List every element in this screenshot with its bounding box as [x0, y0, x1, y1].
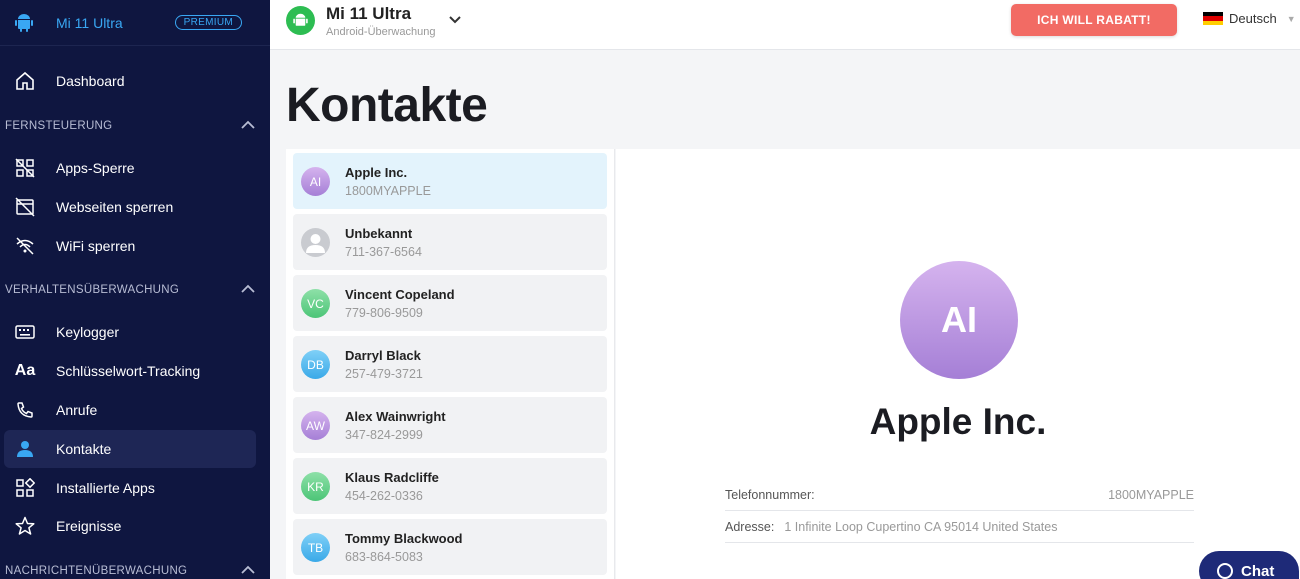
sidebar-item-label: Keylogger — [56, 324, 120, 340]
sidebar-device-name: Mi 11 Ultra — [56, 14, 123, 31]
detail-row-address: Adresse: 1 Infinite Loop Cupertino CA 95… — [725, 511, 1194, 543]
contact-name: Unbekannt — [345, 226, 413, 241]
contact-phone: 257-479-3721 — [345, 367, 423, 381]
detail-label: Telefonnummer: — [725, 487, 815, 502]
android-icon — [293, 13, 308, 26]
sidebar-item-label: Anrufe — [56, 402, 98, 418]
sidebar-device-header[interactable]: Mi 11 Ultra PREMIUM — [0, 0, 270, 46]
detail-row-phone: Telefonnummer: 1800MYAPPLE — [725, 479, 1194, 511]
sidebar-item-kontakte[interactable]: Kontakte — [4, 430, 256, 468]
language-selector[interactable]: Deutsch ▼ — [1203, 11, 1296, 26]
contact-detail-panel: AI Apple Inc. Telefonnummer: 1800MYAPPLE… — [616, 149, 1300, 579]
contact-list-item[interactable]: AI Apple Inc. 1800MYAPPLE — [293, 153, 607, 209]
sidebar-item-label: Dashboard — [56, 73, 125, 89]
device-subtitle: Android-Überwachung — [326, 26, 436, 38]
sidebar-item-label: Webseiten sperren — [56, 199, 174, 215]
contact-name: Vincent Copeland — [345, 287, 455, 302]
detail-value: 1 Infinite Loop Cupertino CA 95014 Unite… — [784, 519, 1058, 534]
contact-name: Darryl Black — [345, 348, 421, 363]
contact-avatar: AW — [301, 411, 330, 440]
sidebar-item-keylogger[interactable]: Keylogger — [4, 313, 256, 351]
apps-lock-icon — [13, 156, 37, 180]
android-icon — [14, 13, 34, 33]
person-placeholder-icon — [301, 228, 330, 257]
chat-button[interactable]: Chat — [1199, 551, 1299, 579]
chat-label: Chat — [1241, 562, 1275, 579]
page-title: Kontakte — [286, 79, 488, 132]
sidebar-item-label: Ereignisse — [56, 518, 122, 534]
caret-down-icon: ▼ — [1286, 13, 1296, 24]
contact-phone: 683-864-5083 — [345, 550, 423, 564]
contact-phone: 347-824-2999 — [345, 428, 423, 442]
sidebar-item-installierte-apps[interactable]: Installierte Apps — [4, 469, 256, 507]
person-icon — [13, 437, 37, 461]
discount-button[interactable]: ICH WILL RABATT! — [1011, 4, 1177, 36]
chevron-down-icon[interactable] — [448, 12, 462, 30]
sidebar-item-anrufe[interactable]: Anrufe — [4, 391, 256, 429]
contact-avatar: AI — [301, 167, 330, 196]
sidebar-item-dashboard[interactable]: Dashboard — [4, 62, 256, 100]
contact-list: AI Apple Inc. 1800MYAPPLE Unbekannt 711-… — [286, 149, 615, 579]
chevron-up-icon — [241, 120, 255, 132]
contact-list-item[interactable]: Unbekannt 711-367-6564 — [293, 214, 607, 270]
contact-detail-avatar: AI — [900, 261, 1018, 379]
section-nachrichtenueberwachung[interactable]: NACHRICHTENÜBERWACHUNG — [5, 561, 255, 579]
device-android-badge — [286, 6, 315, 35]
german-flag-icon — [1203, 12, 1223, 25]
chevron-up-icon — [241, 284, 255, 296]
star-icon — [13, 514, 37, 538]
contact-list-item[interactable]: VC Vincent Copeland 779-806-9509 — [293, 275, 607, 331]
sidebar: Mi 11 Ultra PREMIUM Dashboard FERNSTEUER… — [0, 0, 270, 579]
phone-icon — [13, 398, 37, 422]
contact-avatar: KR — [301, 472, 330, 501]
chat-bubble-icon — [1217, 563, 1233, 579]
contact-phone: 711-367-6564 — [345, 245, 422, 259]
wifi-off-icon — [13, 234, 37, 258]
sidebar-item-label: Schlüsselwort-Tracking — [56, 363, 201, 379]
contact-phone: 1800MYAPPLE — [345, 184, 431, 198]
sidebar-item-apps-sperre[interactable]: Apps-Sperre — [4, 149, 256, 187]
section-verhaltensueberwachung[interactable]: VERHALTENSÜBERWACHUNG — [5, 280, 255, 300]
contact-name: Apple Inc. — [345, 165, 408, 180]
contact-list-item[interactable]: AW Alex Wainwright 347-824-2999 — [293, 397, 607, 453]
sidebar-item-label: Apps-Sperre — [56, 160, 135, 176]
apps-grid-icon — [13, 476, 37, 500]
contact-name: Klaus Radcliffe — [345, 470, 439, 485]
section-title: VERHALTENSÜBERWACHUNG — [5, 284, 180, 296]
top-header: Mi 11 Ultra Android-Überwachung ICH WILL… — [270, 0, 1300, 50]
contact-avatar: DB — [301, 350, 330, 379]
contact-avatar: TB — [301, 533, 330, 562]
contact-name: Alex Wainwright — [345, 409, 446, 424]
contact-list-item[interactable]: DB Darryl Black 257-479-3721 — [293, 336, 607, 392]
detail-label: Adresse: — [725, 519, 775, 534]
contact-list-item[interactable]: TB Tommy Blackwood 683-864-5083 — [293, 519, 607, 575]
chevron-up-icon — [241, 565, 255, 577]
section-fernsteuerung[interactable]: FERNSTEUERUNG — [5, 116, 255, 136]
sidebar-item-wifi-sperren[interactable]: WiFi sperren — [4, 227, 256, 265]
block-web-icon — [13, 195, 37, 219]
contact-detail-name: Apple Inc. — [869, 401, 1047, 442]
contact-phone: 454-262-0336 — [345, 489, 423, 503]
contact-phone: 779-806-9509 — [345, 306, 423, 320]
sidebar-item-schluesselwort-tracking[interactable]: Aa Schlüsselwort-Tracking — [4, 352, 256, 390]
section-title: FERNSTEUERUNG — [5, 120, 113, 132]
premium-badge: PREMIUM — [174, 15, 242, 30]
home-icon — [13, 69, 37, 93]
contact-avatar: VC — [301, 289, 330, 318]
contact-list-item[interactable]: KR Klaus Radcliffe 454-262-0336 — [293, 458, 607, 514]
sidebar-item-label: WiFi sperren — [56, 238, 136, 254]
sidebar-item-label: Installierte Apps — [56, 480, 155, 496]
sidebar-item-webseiten-sperren[interactable]: Webseiten sperren — [4, 188, 256, 226]
detail-value: 1800MYAPPLE — [1108, 487, 1194, 502]
sidebar-item-ereignisse[interactable]: Ereignisse — [4, 507, 256, 545]
keyboard-icon — [13, 320, 37, 344]
contact-name: Tommy Blackwood — [345, 531, 463, 546]
sidebar-item-label: Kontakte — [56, 441, 112, 457]
section-title: NACHRICHTENÜBERWACHUNG — [5, 565, 188, 577]
text-aa-icon: Aa — [14, 362, 36, 379]
device-title: Mi 11 Ultra — [326, 4, 412, 23]
language-label: Deutsch — [1229, 11, 1277, 26]
